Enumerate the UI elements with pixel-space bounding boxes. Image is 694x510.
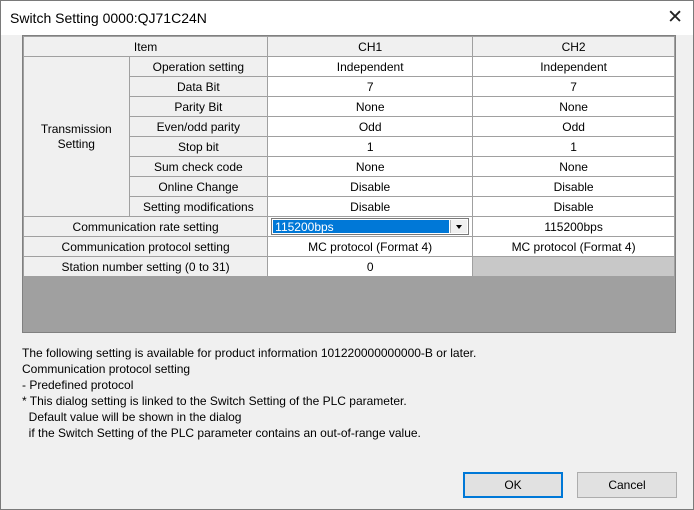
communication-rate-label: Communication rate setting — [22, 216, 269, 237]
close-icon[interactable]: ✕ — [667, 6, 683, 29]
row-label: Parity Bit — [128, 96, 269, 117]
header-item: Item — [22, 36, 269, 57]
ch2-value[interactable]: Disable — [472, 176, 675, 197]
ch2-rate-value[interactable]: 115200bps — [472, 216, 675, 237]
header-ch2: CH2 — [472, 36, 675, 57]
communication-protocol-label: Communication protocol setting — [22, 236, 269, 257]
communication-rate-selected: 115200bps — [273, 220, 450, 234]
ch1-value[interactable]: 7 — [267, 76, 474, 97]
ch1-rate-cell: 115200bps — [267, 216, 474, 237]
header-ch1: CH1 — [267, 36, 474, 57]
note-line: if the Switch Setting of the PLC paramet… — [22, 426, 421, 440]
ch1-value[interactable]: None — [267, 96, 474, 117]
note-line: Communication protocol setting — [22, 362, 191, 376]
ch2-value[interactable]: None — [472, 156, 675, 177]
switch-setting-dialog: Switch Setting 0000:QJ71C24N ✕ Item CH1 … — [0, 0, 694, 510]
communication-rate-row: Communication rate setting 115200bps 115… — [22, 216, 675, 237]
row-label: Online Change — [128, 176, 269, 197]
station-number-label: Station number setting (0 to 31) — [22, 256, 269, 277]
settings-table: Item CH1 CH2 Transmission Setting Operat… — [22, 36, 675, 277]
ch1-value[interactable]: Disable — [267, 196, 474, 217]
ch2-value[interactable]: 1 — [472, 136, 675, 157]
row-label: Setting modifications — [128, 196, 269, 217]
ch1-value[interactable]: Odd — [267, 116, 474, 137]
ch1-station-value[interactable]: 0 — [267, 256, 474, 277]
ch1-value[interactable]: Independent — [267, 56, 474, 77]
table-row: Transmission Setting Operation setting I… — [23, 56, 675, 217]
transmission-setting-label: Transmission Setting — [23, 56, 130, 217]
note-line: - Predefined protocol — [22, 378, 134, 392]
ch1-value[interactable]: None — [267, 156, 474, 177]
settings-table-area: Item CH1 CH2 Transmission Setting Operat… — [22, 35, 676, 333]
ch1-value[interactable]: 1 — [267, 136, 474, 157]
communication-rate-select[interactable]: 115200bps — [271, 218, 470, 235]
communication-protocol-row: Communication protocol setting MC protoc… — [22, 236, 675, 257]
ch2-value[interactable]: Independent — [472, 56, 675, 77]
chevron-down-icon[interactable] — [450, 220, 468, 233]
note-line: The following setting is available for p… — [22, 346, 477, 360]
row-label: Sum check code — [128, 156, 269, 177]
notes-text: The following setting is available for p… — [22, 345, 476, 441]
note-line: Default value will be shown in the dialo… — [22, 410, 242, 424]
ch2-station-value — [472, 256, 675, 277]
title-bar: Switch Setting 0000:QJ71C24N ✕ — [1, 1, 693, 35]
ch2-value[interactable]: 7 — [472, 76, 675, 97]
note-line: * This dialog setting is linked to the S… — [22, 394, 407, 408]
ok-button[interactable]: OK — [463, 472, 563, 498]
station-number-row: Station number setting (0 to 31) 0 — [22, 256, 675, 277]
cancel-button[interactable]: Cancel — [577, 472, 677, 498]
ch2-value[interactable]: Odd — [472, 116, 675, 137]
ch2-protocol-value[interactable]: MC protocol (Format 4) — [472, 236, 675, 257]
row-label: Operation setting — [128, 56, 269, 77]
row-label: Even/odd parity — [128, 116, 269, 137]
row-label: Data Bit — [128, 76, 269, 97]
window-title: Switch Setting 0000:QJ71C24N — [10, 10, 207, 26]
ch1-protocol-value[interactable]: MC protocol (Format 4) — [267, 236, 474, 257]
ch2-value[interactable]: Disable — [472, 196, 675, 217]
ch2-value[interactable]: None — [472, 96, 675, 117]
table-header-row: Item CH1 CH2 — [22, 36, 675, 57]
row-label: Stop bit — [128, 136, 269, 157]
ch1-value[interactable]: Disable — [267, 176, 474, 197]
